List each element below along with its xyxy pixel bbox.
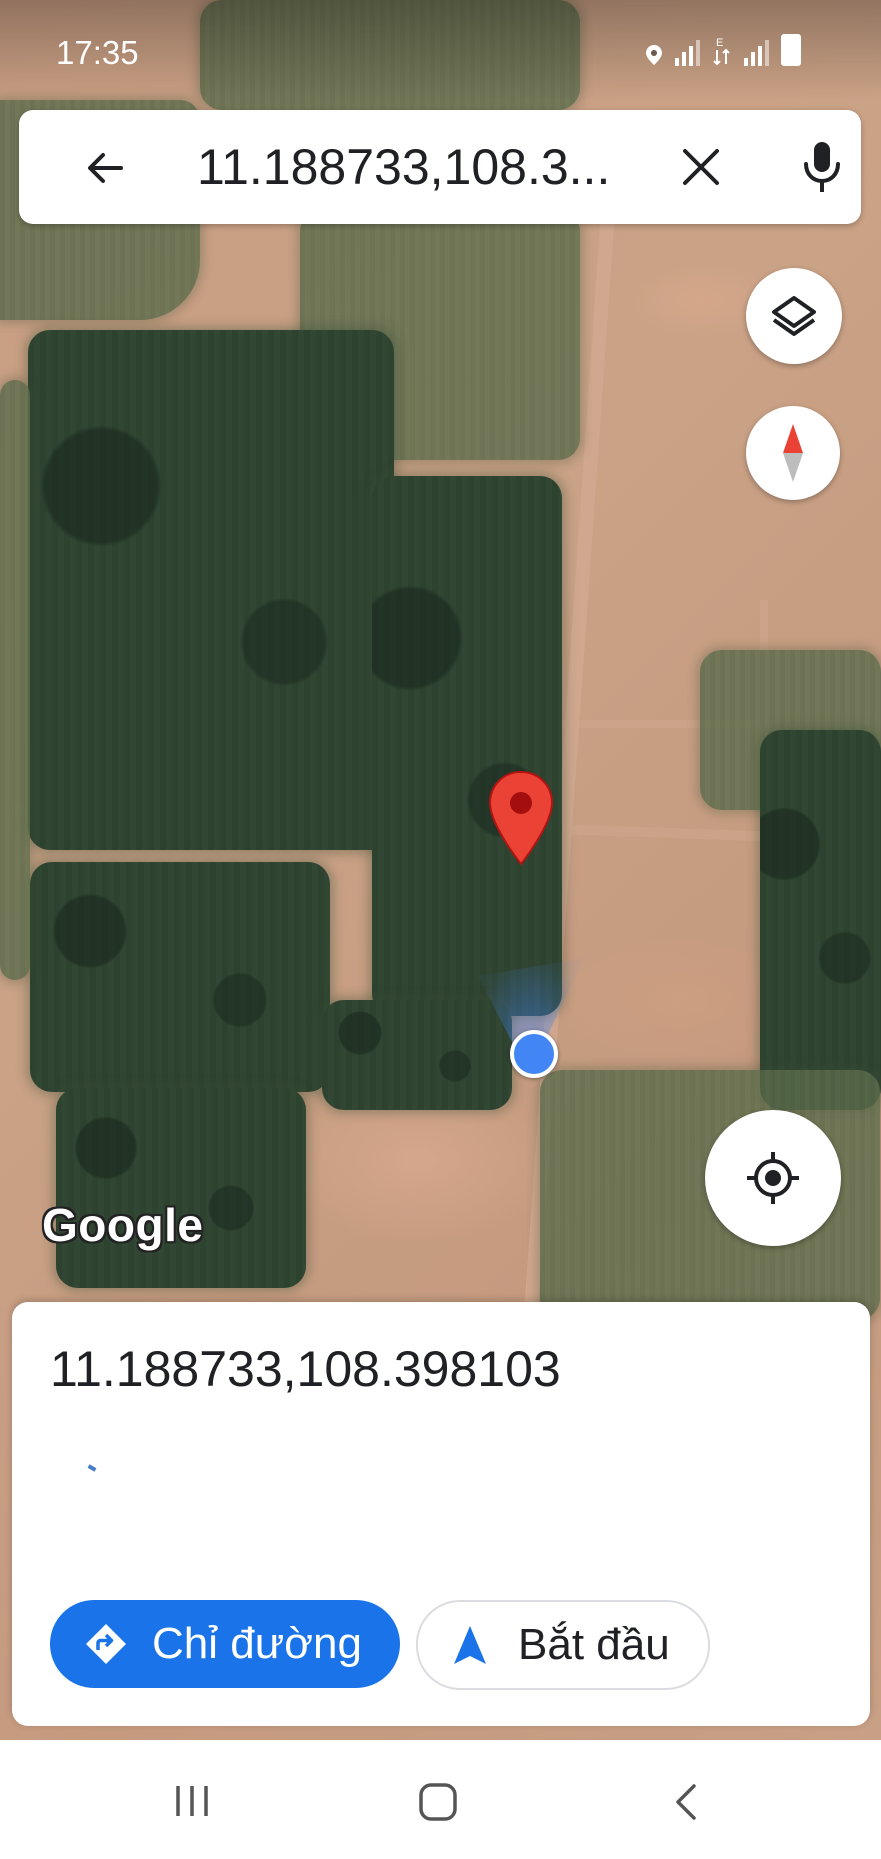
current-location-dot	[510, 1030, 558, 1078]
my-location-button[interactable]	[705, 1110, 841, 1246]
map-field	[28, 330, 394, 850]
search-bar[interactable]: 11.188733,108.3...	[19, 110, 861, 224]
google-logo: Google	[42, 1199, 204, 1251]
directions-icon	[86, 1624, 126, 1664]
directions-label: Chỉ đường	[152, 1619, 362, 1668]
back-icon[interactable]	[672, 1782, 700, 1822]
place-info-sheet[interactable]: 11.188733,108.398103 Chỉ đường Bắt đầu	[12, 1302, 870, 1726]
recents-icon[interactable]	[172, 1784, 212, 1818]
map-field	[372, 476, 562, 1016]
status-icons: E	[645, 34, 801, 66]
loading-mark	[87, 1464, 97, 1472]
start-label: Bắt đầu	[518, 1620, 670, 1669]
close-icon[interactable]	[679, 145, 723, 189]
navigation-arrow-icon	[454, 1626, 486, 1664]
layers-icon	[772, 296, 816, 336]
map-field	[56, 1088, 306, 1288]
status-time: 17:35	[56, 34, 139, 71]
battery-icon	[781, 34, 801, 66]
directions-button[interactable]: Chỉ đường	[50, 1600, 400, 1688]
status-bar: 17:35 E	[0, 0, 881, 100]
search-input[interactable]: 11.188733,108.3...	[197, 138, 637, 196]
my-location-icon	[747, 1152, 799, 1204]
location-icon	[646, 45, 662, 65]
signal-icon	[744, 38, 769, 66]
map-field	[0, 380, 30, 980]
signal-icon	[675, 38, 700, 66]
home-icon[interactable]	[418, 1782, 458, 1822]
layers-button[interactable]	[746, 268, 842, 364]
start-button[interactable]: Bắt đầu	[416, 1600, 710, 1690]
place-pin-icon[interactable]	[488, 770, 554, 866]
system-nav-bar	[0, 1740, 881, 1859]
data-transfer-icon: E	[713, 37, 730, 66]
map-field	[760, 730, 881, 1110]
compass-button[interactable]	[746, 406, 840, 500]
microphone-icon[interactable]	[801, 140, 843, 194]
compass-icon	[783, 424, 803, 482]
place-title: 11.188733,108.398103	[50, 1341, 561, 1397]
svg-text:E: E	[716, 37, 723, 49]
map-field	[30, 862, 330, 1092]
back-arrow-icon[interactable]	[81, 144, 129, 192]
map-field	[322, 1000, 512, 1110]
